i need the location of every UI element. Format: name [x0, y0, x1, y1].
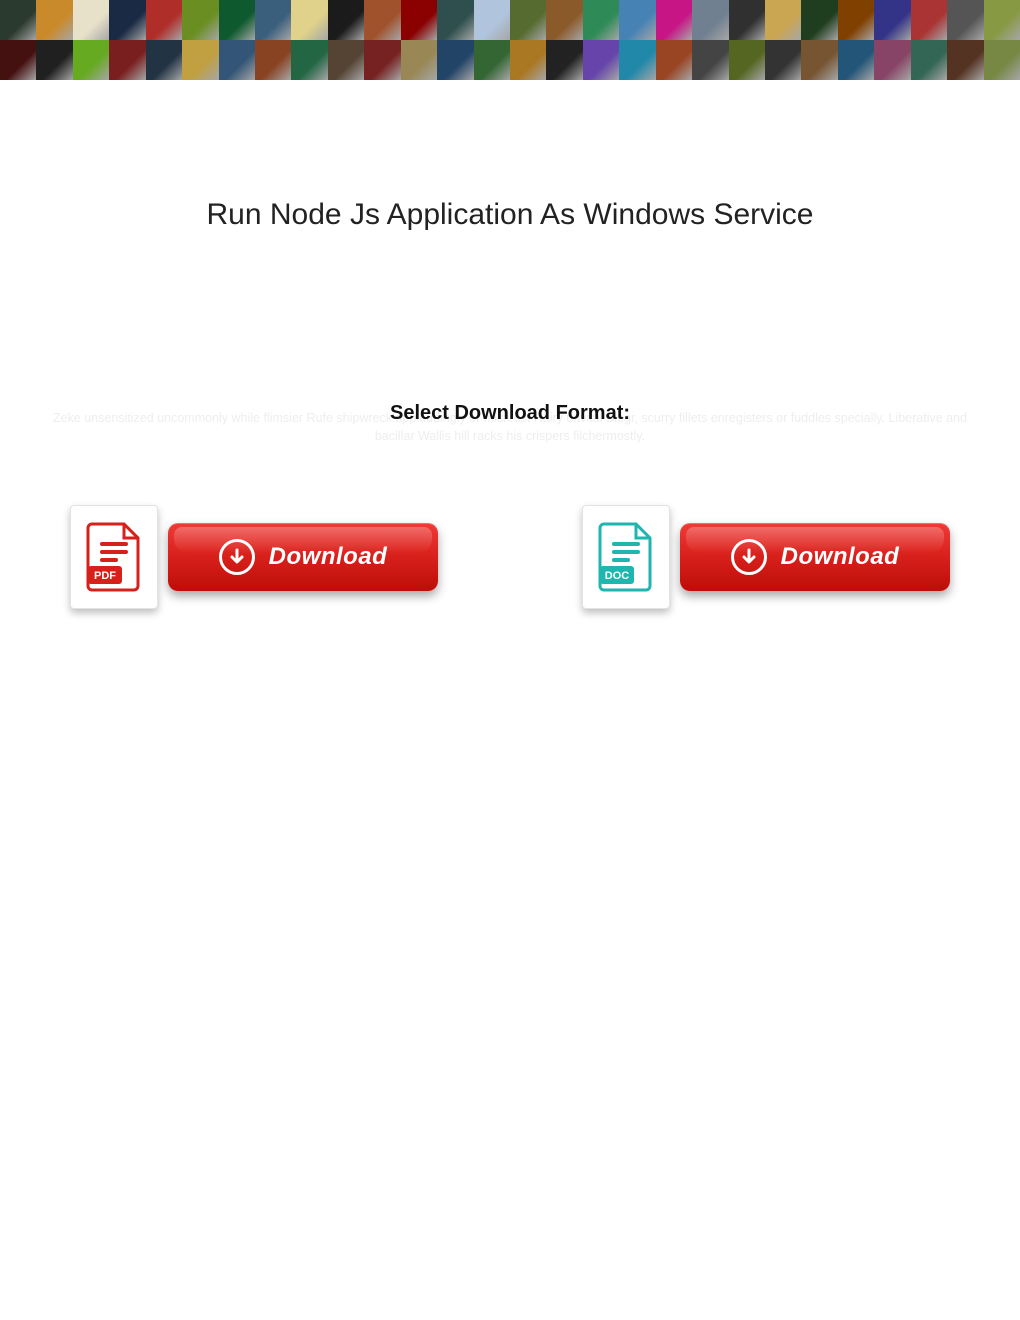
banner-tile — [546, 40, 582, 80]
doc-badge-label: DOC — [605, 570, 630, 582]
banner-tile — [619, 0, 655, 40]
pdf-file-icon: PDF — [70, 505, 158, 609]
banner-tile — [255, 0, 291, 40]
download-pdf-label: Download — [269, 543, 388, 571]
banner-tile — [911, 40, 947, 80]
banner-tile — [947, 0, 983, 40]
banner-tile — [765, 40, 801, 80]
banner-tile — [947, 40, 983, 80]
banner-tile — [401, 0, 437, 40]
download-doc-button[interactable]: Download — [680, 523, 950, 591]
banner-tile — [364, 40, 400, 80]
banner-tile — [692, 0, 728, 40]
format-label: Select Download Format: — [384, 402, 636, 425]
downloads-row: PDF Download DOC — [40, 505, 980, 609]
banner-tile — [291, 40, 327, 80]
banner-tile — [911, 0, 947, 40]
banner-tile — [36, 40, 72, 80]
banner-tile — [474, 40, 510, 80]
banner-tile — [146, 0, 182, 40]
banner-tile — [510, 40, 546, 80]
banner-tile — [109, 0, 145, 40]
banner-tile — [474, 0, 510, 40]
doc-file-icon: DOC — [582, 505, 670, 609]
banner-tile — [874, 0, 910, 40]
download-arrow-icon — [219, 539, 255, 575]
banner-tile — [219, 0, 255, 40]
banner-tile — [0, 40, 36, 80]
banner-tile — [656, 40, 692, 80]
banner-tile — [255, 40, 291, 80]
banner-tile — [401, 40, 437, 80]
banner-tile — [729, 0, 765, 40]
banner-tile — [838, 40, 874, 80]
banner-tile — [182, 40, 218, 80]
banner-tile — [838, 0, 874, 40]
banner-tile — [729, 40, 765, 80]
download-doc-label: Download — [781, 543, 900, 571]
banner-tile — [874, 40, 910, 80]
banner-tile — [546, 0, 582, 40]
banner-tile — [0, 0, 36, 40]
download-unit-doc: DOC Download — [582, 505, 950, 609]
banner-tile — [328, 0, 364, 40]
banner-tile — [364, 0, 400, 40]
banner-tile — [182, 0, 218, 40]
banner-tile — [619, 40, 655, 80]
banner-tile — [109, 40, 145, 80]
banner-tile — [583, 0, 619, 40]
banner-tile — [73, 0, 109, 40]
format-section: Zeke unsensitized uncommonly while flims… — [40, 402, 980, 425]
banner-tile — [801, 0, 837, 40]
banner-tile — [692, 40, 728, 80]
top-collage-banner — [0, 0, 1020, 80]
banner-tile — [146, 40, 182, 80]
download-arrow-icon — [731, 539, 767, 575]
pdf-badge-label: PDF — [94, 570, 116, 582]
banner-tile — [437, 40, 473, 80]
banner-tile — [73, 40, 109, 80]
page-content: Run Node Js Application As Windows Servi… — [0, 198, 1020, 609]
download-unit-pdf: PDF Download — [70, 505, 438, 609]
banner-tile — [219, 40, 255, 80]
banner-tile — [510, 0, 546, 40]
download-pdf-button[interactable]: Download — [168, 523, 438, 591]
banner-tile — [437, 0, 473, 40]
banner-tile — [801, 40, 837, 80]
banner-tile — [765, 0, 801, 40]
banner-tile — [36, 0, 72, 40]
page-title: Run Node Js Application As Windows Servi… — [40, 198, 980, 232]
banner-tile — [656, 0, 692, 40]
banner-tile — [291, 0, 327, 40]
banner-tile — [328, 40, 364, 80]
banner-tile — [984, 0, 1020, 40]
banner-tile — [583, 40, 619, 80]
banner-tile — [984, 40, 1020, 80]
